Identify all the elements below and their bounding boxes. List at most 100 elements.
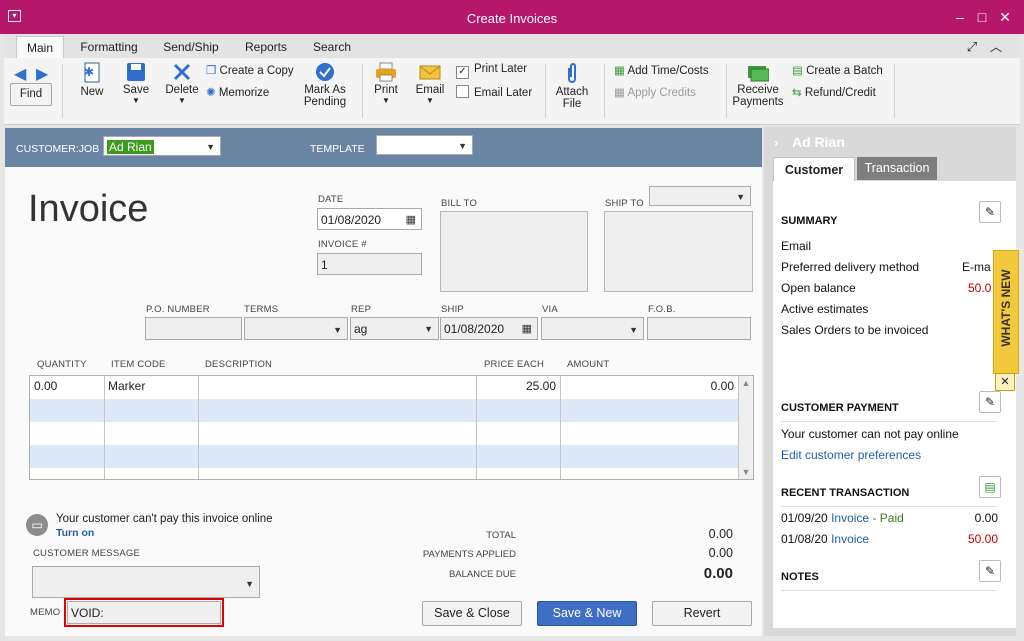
attach-file-button[interactable]: Attach File: [554, 62, 590, 110]
rep-dropdown[interactable]: ag ▼: [350, 317, 439, 340]
customer-header-bar: CUSTOMER:JOB Ad Rian ▼ TEMPLATE Intuit P…: [5, 128, 762, 167]
create-batch-button[interactable]: ▤ Create a Batch: [792, 63, 883, 77]
bill-to-field[interactable]: [440, 211, 588, 292]
table-row[interactable]: [30, 399, 738, 422]
scroll-up-icon[interactable]: ▲: [739, 378, 753, 388]
template-dropdown[interactable]: Intuit Produ... ▼: [376, 135, 473, 155]
balance-due-value: 0.00: [703, 565, 733, 582]
cannot-pay-online-text: Your customer can not pay online: [781, 427, 959, 441]
revert-button[interactable]: Revert: [652, 601, 752, 626]
tab-search[interactable]: Search: [306, 36, 358, 58]
close-button[interactable]: ✕: [997, 10, 1013, 24]
create-copy-button[interactable]: ❐ Create a Copy: [206, 63, 294, 77]
total-label: TOTAL: [486, 530, 516, 541]
chevron-down-icon: ▼: [206, 142, 215, 152]
line-items-table: 0.00 Marker 25.00 0.00 ▲ ▼: [29, 375, 754, 480]
date-label: DATE: [318, 194, 344, 205]
table-row[interactable]: 0.00 Marker 25.00 0.00: [30, 376, 738, 399]
print-later-check-icon: ✓: [456, 66, 469, 79]
tab-transaction[interactable]: Transaction: [857, 157, 937, 180]
bill-to-label: BILL TO: [441, 198, 478, 209]
column-header-amount[interactable]: AMOUNT: [567, 359, 609, 370]
column-header-item-code[interactable]: ITEM CODE: [111, 359, 166, 370]
batch-icon: ▤: [792, 65, 803, 77]
apply-credits-button[interactable]: ▦ Apply Credits: [614, 85, 696, 99]
collapse-ribbon-icon[interactable]: ︿: [988, 36, 1004, 58]
edit-customer-preferences-link[interactable]: Edit customer preferences: [781, 448, 921, 462]
add-time-costs-button[interactable]: ▦ Add Time/Costs: [614, 63, 709, 77]
row-quantity[interactable]: 0.00: [34, 379, 57, 393]
find-button[interactable]: Find: [10, 83, 52, 106]
expand-icon[interactable]: ⤢: [964, 36, 980, 58]
minimize-button[interactable]: –: [952, 10, 968, 24]
open-balance-value[interactable]: 50.0: [968, 281, 991, 295]
calendar-icon[interactable]: ▦: [522, 318, 532, 341]
summary-heading: SUMMARY: [781, 215, 838, 227]
customer-message-dropdown[interactable]: ▼: [32, 566, 260, 598]
refund-credit-button[interactable]: ⇆ Refund/Credit: [792, 85, 876, 99]
turn-on-link[interactable]: Turn on: [56, 527, 94, 539]
customer-job-dropdown[interactable]: Ad Rian ▼: [103, 136, 221, 156]
window-title: Create Invoices: [466, 11, 558, 26]
preferred-delivery-label: Preferred delivery method: [781, 260, 920, 274]
column-header-quantity[interactable]: QUANTITY: [37, 359, 87, 370]
transaction-row[interactable]: 01/09/20 Invoice - Paid: [781, 511, 904, 525]
delete-x-icon: [173, 63, 191, 81]
next-arrow-icon[interactable]: ▶: [36, 64, 48, 84]
printer-icon: [376, 62, 396, 82]
panel-collapse-icon[interactable]: ›: [774, 135, 778, 150]
column-header-description[interactable]: DESCRIPTION: [205, 359, 272, 370]
column-header-price-each[interactable]: PRICE EACH: [484, 359, 544, 370]
row-price-each[interactable]: 25.00: [478, 379, 556, 393]
transaction-row[interactable]: 01/08/20 Invoice: [781, 532, 869, 546]
print-later-checkbox[interactable]: ✓ Print Later: [456, 63, 527, 79]
date-field[interactable]: 01/08/2020 ▦: [317, 208, 422, 230]
print-button[interactable]: Print ▼: [370, 62, 402, 105]
delete-button[interactable]: Delete ▼: [164, 62, 200, 105]
edit-pencil-icon[interactable]: ✎: [979, 391, 1001, 413]
row-item-code[interactable]: Marker: [108, 379, 145, 393]
memo-field[interactable]: VOID:: [67, 601, 221, 624]
calendar-icon[interactable]: ▦: [406, 209, 416, 231]
table-row[interactable]: [30, 422, 738, 445]
report-icon[interactable]: ▤: [979, 476, 1001, 498]
receive-payments-button[interactable]: Receive Payments: [732, 62, 784, 108]
table-scrollbar[interactable]: ▲ ▼: [738, 376, 753, 479]
maximize-button[interactable]: □: [974, 10, 990, 24]
tab-main[interactable]: Main: [16, 36, 64, 59]
close-icon[interactable]: ✕: [995, 373, 1015, 391]
save-button[interactable]: Save ▼: [120, 62, 152, 105]
tab-formatting[interactable]: Formatting: [74, 36, 144, 58]
mark-as-pending-button[interactable]: Mark As Pending: [302, 62, 348, 108]
via-dropdown[interactable]: ▼: [541, 317, 644, 340]
ship-to-dropdown[interactable]: ▼: [649, 186, 751, 206]
chevron-down-icon: ▼: [424, 324, 433, 334]
edit-pencil-icon[interactable]: ✎: [979, 201, 1001, 223]
whats-new-tab[interactable]: WHAT'S NEW: [993, 250, 1019, 374]
email-button[interactable]: Email ▼: [414, 62, 446, 105]
ship-date-field[interactable]: 01/08/2020 ▦: [440, 317, 538, 340]
tab-customer[interactable]: Customer: [773, 157, 855, 182]
email-later-checkbox[interactable]: Email Later: [456, 85, 532, 99]
edit-pencil-icon[interactable]: ✎: [979, 560, 1001, 582]
table-row[interactable]: [30, 445, 738, 468]
row-amount[interactable]: 0.00: [562, 379, 734, 393]
ship-to-field[interactable]: [604, 211, 753, 292]
new-button[interactable]: ✱ New: [76, 62, 108, 98]
scroll-down-icon[interactable]: ▼: [739, 467, 753, 477]
save-new-button[interactable]: Save & New: [537, 601, 637, 626]
email-label: Email: [781, 239, 812, 253]
credit-card-icon: ▭: [26, 514, 48, 536]
memorize-button[interactable]: ✺ Memorize: [206, 85, 269, 99]
invoice-number-field[interactable]: 1: [317, 253, 422, 275]
rep-label: REP: [351, 304, 372, 315]
previous-arrow-icon[interactable]: ◀: [14, 64, 26, 84]
po-number-field[interactable]: [145, 317, 242, 340]
open-balance-label: Open balance: [781, 281, 856, 295]
tab-reports[interactable]: Reports: [240, 36, 292, 58]
fob-field[interactable]: [647, 317, 751, 340]
terms-dropdown[interactable]: ▼: [244, 317, 348, 340]
save-close-button[interactable]: Save & Close: [422, 601, 522, 626]
po-number-label: P.O. NUMBER: [146, 304, 210, 315]
tab-send-ship[interactable]: Send/Ship: [158, 36, 224, 58]
